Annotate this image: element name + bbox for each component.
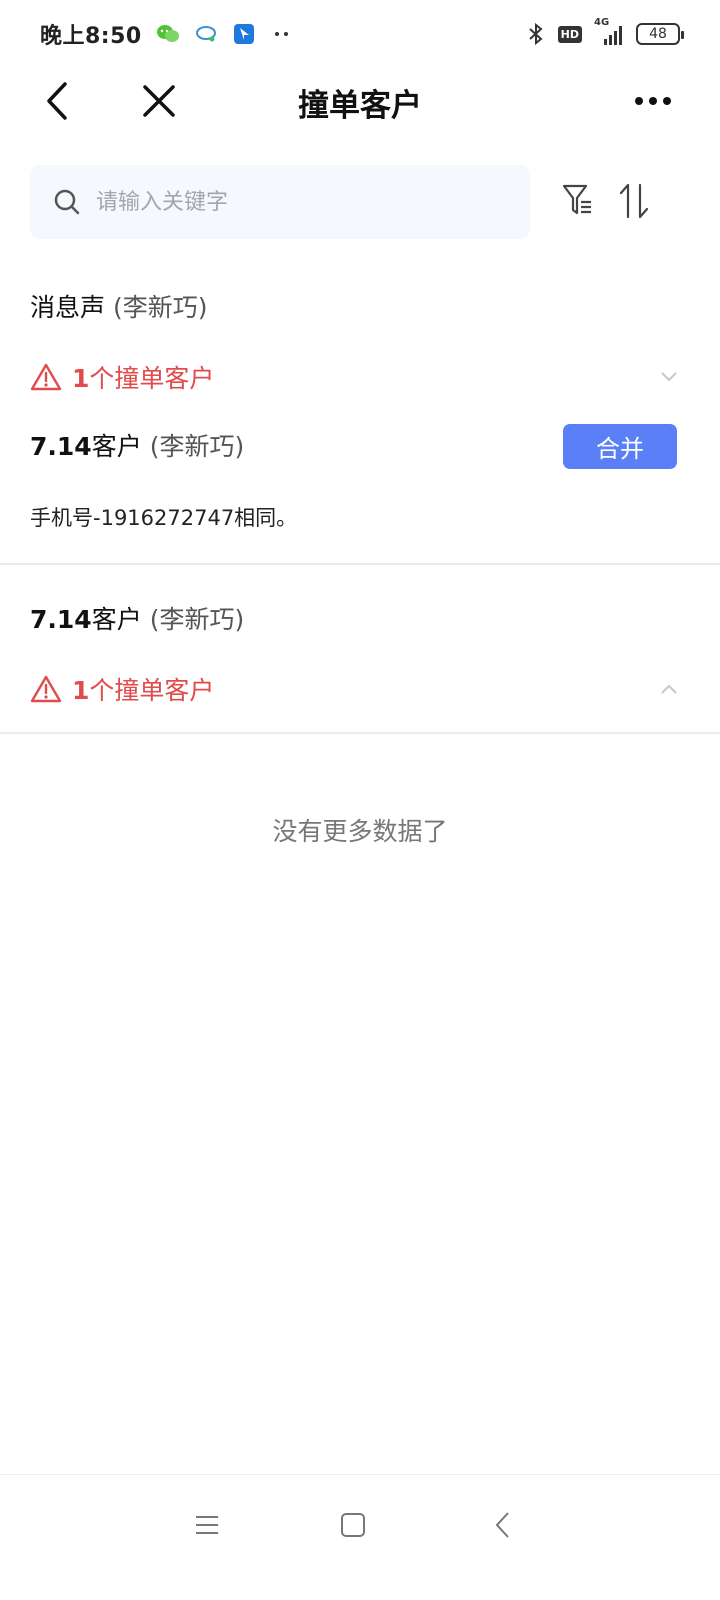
sort-icon [619, 183, 649, 219]
status-time: 晚上8:50 [40, 24, 142, 49]
duplicate-reason: 手机号-1916272747相同。 [30, 506, 298, 530]
filter-button[interactable] [562, 183, 602, 223]
search-input[interactable] [94, 188, 474, 216]
filter-icon [562, 184, 591, 215]
chat-bubble-icon [194, 22, 218, 46]
search-box[interactable] [30, 165, 530, 239]
app-notification-icon [232, 22, 256, 46]
customer-owner-2: (李新巧) [149, 605, 245, 634]
system-navigation-bar [0, 1474, 720, 1600]
chevron-down-icon [658, 366, 680, 388]
search-icon [54, 189, 80, 215]
duplicate-count: 1 [72, 364, 90, 393]
battery-indicator: 48 [636, 23, 684, 45]
duplicate-customer-title[interactable]: 7.14客户 (李新巧) [30, 427, 244, 463]
customer-owner: (李新巧) [113, 293, 208, 322]
duplicate-customer-name: 客户 [91, 432, 142, 461]
bluetooth-icon [524, 22, 548, 46]
no-more-data-text: 没有更多数据了 [272, 817, 448, 846]
customer-number: 7.14 [30, 605, 92, 634]
more-notifications-icon [270, 22, 294, 46]
customer-name: 消息声 [30, 293, 106, 322]
navigation-bar: 撞单客户 [0, 68, 720, 134]
search-row [30, 165, 690, 239]
home-button[interactable] [333, 1505, 373, 1545]
duplicate-toggle[interactable]: 1个撞单客户 [30, 357, 680, 397]
wechat-icon [156, 22, 180, 46]
customer-name-suffix: 客户 [91, 605, 142, 634]
divider [0, 563, 720, 565]
customer-title[interactable]: 消息声 (李新巧) [30, 288, 208, 324]
system-back-button[interactable] [482, 1505, 522, 1545]
signal-icon: 4G [592, 17, 626, 47]
warning-icon [30, 675, 62, 703]
divider [0, 732, 720, 734]
duplicate-count-label-2: 1个撞单客户 [72, 671, 214, 707]
more-options-button[interactable] [630, 78, 676, 124]
status-bar: 晚上8:50 HD 4G 48 [0, 0, 720, 68]
chevron-up-icon [658, 678, 680, 700]
duplicate-count-2: 1 [72, 676, 90, 705]
back-chevron-icon [495, 1512, 509, 1538]
warning-icon [30, 363, 62, 391]
home-square-icon [341, 1513, 365, 1537]
sort-button[interactable] [618, 183, 658, 223]
duplicate-customer-number: 7.14 [30, 432, 92, 461]
hd-badge: HD [557, 25, 582, 43]
recent-apps-button[interactable] [187, 1505, 227, 1545]
menu-icon [196, 1516, 218, 1534]
merge-button[interactable]: 合并 [563, 424, 677, 469]
system-status: HD 4G 48 [524, 17, 684, 47]
duplicate-label-2: 个撞单客户 [89, 676, 215, 705]
customer-title-2[interactable]: 7.14客户 (李新巧) [30, 600, 244, 636]
more-dots-icon [635, 97, 671, 105]
duplicate-label: 个撞单客户 [89, 364, 215, 393]
duplicate-customer-owner: (李新巧) [149, 432, 245, 461]
duplicate-count-label: 1个撞单客户 [72, 359, 214, 395]
page-title: 撞单客户 [298, 88, 422, 124]
duplicate-toggle-2[interactable]: 1个撞单客户 [30, 669, 680, 709]
notification-icons [156, 22, 294, 46]
